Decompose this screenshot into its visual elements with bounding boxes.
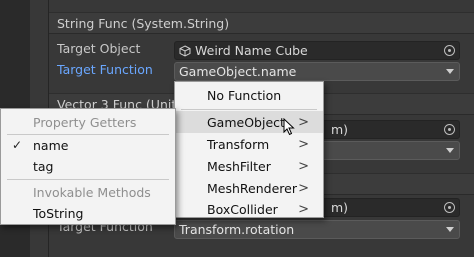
menu-item-meshfilter[interactable]: MeshFilter > <box>175 155 323 177</box>
vector-object-value-tail-2: m) <box>331 200 349 215</box>
checkmark-icon: ✓ <box>12 138 23 152</box>
function-menu: No Function GameObject > Transform > Mes… <box>174 81 324 218</box>
string-func-header-label: String Func (System.String) <box>57 15 230 31</box>
submenu-arrow-icon: > <box>298 136 309 152</box>
vector-object-value-tail: m) <box>331 122 349 137</box>
submenu-group-header-methods: Invokable Methods <box>33 184 151 200</box>
vector-function-dropdown-2[interactable]: Transform.rotation <box>174 220 460 239</box>
gameobject-submenu: Property Getters ✓ name tag Invokable Me… <box>0 108 176 225</box>
string-func-header[interactable]: String Func (System.String) <box>49 12 474 34</box>
menu-item-transform[interactable]: Transform > <box>175 133 323 155</box>
submenu-item-name[interactable]: ✓ name <box>1 134 175 156</box>
submenu-arrow-icon: > <box>298 158 309 174</box>
dropdown-caret-icon <box>446 148 454 153</box>
target-function-dropdown[interactable]: GameObject.name <box>174 62 460 81</box>
menu-item-meshrenderer[interactable]: MeshRenderer > <box>175 177 323 199</box>
target-object-label: Target Object <box>57 41 141 56</box>
submenu-separator <box>7 179 169 180</box>
submenu-group-header-properties: Property Getters <box>33 114 137 130</box>
target-object-value: Weird Name Cube <box>195 43 308 58</box>
submenu-arrow-icon: > <box>298 201 309 217</box>
menu-item-no-function[interactable]: No Function <box>175 84 323 106</box>
vector-function-value-2: Transform.rotation <box>179 222 295 237</box>
submenu-arrow-icon: > <box>298 114 309 130</box>
dropdown-caret-icon <box>446 227 454 232</box>
submenu-item-tostring[interactable]: ToString <box>1 202 175 224</box>
target-function-value: GameObject.name <box>179 64 297 79</box>
object-picker-icon[interactable] <box>444 202 455 213</box>
target-object-field[interactable]: Weird Name Cube <box>174 41 460 60</box>
object-picker-icon[interactable] <box>444 45 455 56</box>
submenu-item-tag[interactable]: tag <box>1 155 175 177</box>
mouse-cursor-icon <box>283 118 295 136</box>
dropdown-caret-icon <box>446 69 454 74</box>
submenu-arrow-icon: > <box>298 180 309 196</box>
menu-item-boxcollider[interactable]: BoxCollider > <box>175 198 323 220</box>
object-picker-icon[interactable] <box>444 124 455 135</box>
menu-separator <box>181 109 317 110</box>
target-function-label: Target Function <box>57 62 153 77</box>
menu-item-gameobject[interactable]: GameObject > <box>175 111 323 133</box>
cube-icon <box>179 44 191 57</box>
